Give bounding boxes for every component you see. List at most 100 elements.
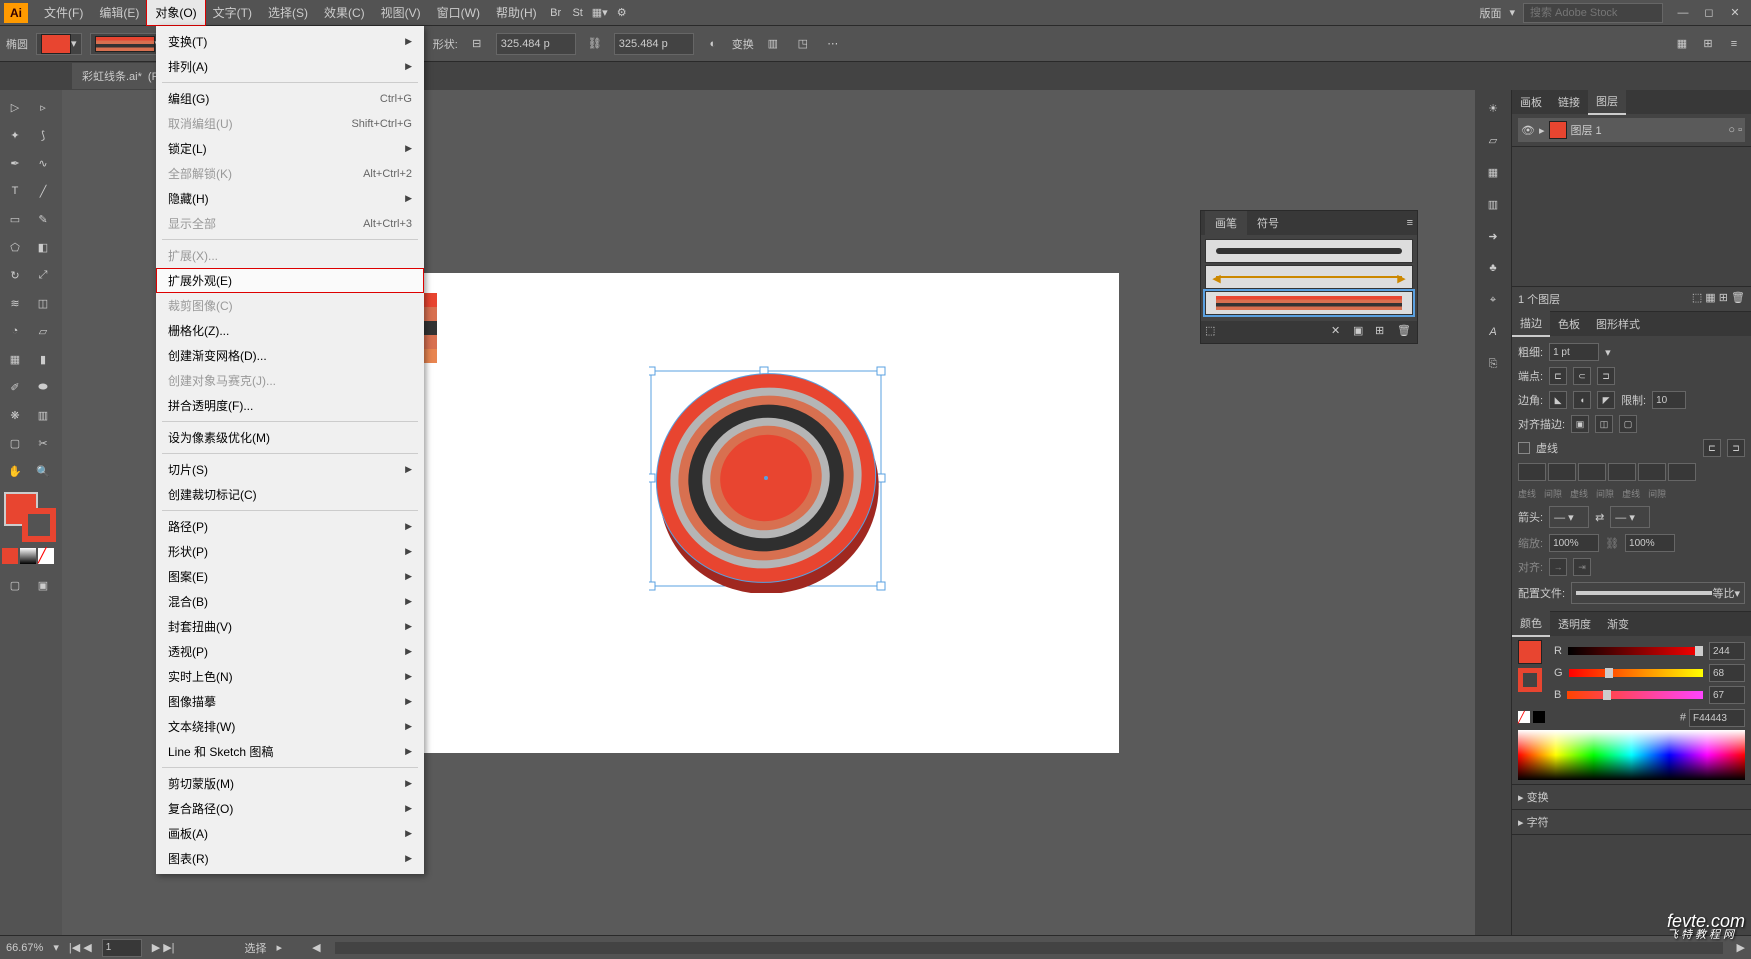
menu-item[interactable]: 图像描摹▶ bbox=[156, 689, 424, 714]
join-round[interactable]: ◖ bbox=[1573, 391, 1591, 409]
doc-setup-icon[interactable]: ▦ bbox=[1671, 33, 1693, 55]
line-tool[interactable]: ╱ bbox=[30, 178, 56, 204]
menu-file[interactable]: 文件(F) bbox=[36, 0, 91, 25]
menu-item[interactable]: 创建裁切标记(C) bbox=[156, 482, 424, 507]
search-input[interactable] bbox=[1523, 3, 1663, 23]
rotate-tool[interactable]: ↻ bbox=[2, 262, 28, 288]
menu-edit[interactable]: 编辑(E) bbox=[91, 0, 147, 25]
dash-align-1[interactable]: ⊏ bbox=[1703, 439, 1721, 457]
menu-item[interactable]: 隐藏(H)▶ bbox=[156, 186, 424, 211]
g-input[interactable] bbox=[1709, 664, 1745, 682]
color-mode-gradient[interactable] bbox=[20, 548, 36, 564]
menu-item[interactable]: 文本绕排(W)▶ bbox=[156, 714, 424, 739]
swap-arrows-icon[interactable]: ⇄ bbox=[1595, 511, 1604, 524]
slice-tool[interactable]: ✂ bbox=[30, 430, 56, 456]
transform-panel-header[interactable]: ▸ 变换 bbox=[1512, 785, 1751, 810]
menu-item[interactable]: 图案(E)▶ bbox=[156, 564, 424, 589]
dock-swatches-icon[interactable]: ▱ bbox=[1481, 128, 1505, 152]
symbol-sprayer-tool[interactable]: ❋ bbox=[2, 402, 28, 428]
hand-tool[interactable]: ✋ bbox=[2, 458, 28, 484]
align-arrow-2[interactable]: ⇥ bbox=[1573, 558, 1591, 576]
menu-item[interactable]: 拼合透明度(F)... bbox=[156, 393, 424, 418]
color-fill-swatch[interactable] bbox=[1518, 640, 1542, 664]
scrollbar-right[interactable]: ▶ bbox=[1737, 941, 1745, 954]
symbols-tab[interactable]: 符号 bbox=[1247, 211, 1289, 235]
zoom-tool[interactable]: 🔍 bbox=[30, 458, 56, 484]
chevron-right-icon[interactable]: ▸ bbox=[1539, 124, 1545, 137]
join-miter[interactable]: ◣ bbox=[1549, 391, 1567, 409]
dash-align-2[interactable]: ⊐ bbox=[1727, 439, 1745, 457]
menu-item[interactable]: 透视(P)▶ bbox=[156, 639, 424, 664]
cap-square[interactable]: ⊐ bbox=[1597, 367, 1615, 385]
gap3[interactable] bbox=[1668, 463, 1696, 481]
align-arrow-1[interactable]: → bbox=[1549, 558, 1567, 576]
target-icon[interactable]: ○ ▫ bbox=[1728, 124, 1742, 136]
g-slider[interactable] bbox=[1569, 669, 1703, 677]
link-wh-icon[interactable]: ⊟ bbox=[466, 33, 488, 55]
gpu-icon[interactable]: ⚙ bbox=[611, 3, 633, 23]
menu-item[interactable]: 封套扭曲(V)▶ bbox=[156, 614, 424, 639]
status-arrow-icon[interactable]: ▸ bbox=[277, 941, 283, 954]
brush-arrow[interactable]: ▶◀ bbox=[1205, 265, 1413, 289]
profile-dropdown[interactable]: 等比 ▾ bbox=[1571, 582, 1745, 604]
menu-text[interactable]: 文字(T) bbox=[205, 0, 260, 25]
delete-brush-icon[interactable]: 🗑 bbox=[1397, 324, 1413, 340]
menu-item[interactable]: 路径(P)▶ bbox=[156, 514, 424, 539]
perspective-tool[interactable]: ▱ bbox=[30, 318, 56, 344]
menu-item[interactable]: 画板(A)▶ bbox=[156, 821, 424, 846]
prefs-icon[interactable]: ⊞ bbox=[1697, 33, 1719, 55]
magic-wand-tool[interactable]: ✦ bbox=[2, 122, 28, 148]
width-tool[interactable]: ≋ bbox=[2, 290, 28, 316]
menu-select[interactable]: 选择(S) bbox=[260, 0, 316, 25]
scale1-input[interactable] bbox=[1549, 534, 1599, 552]
scrollbar-left[interactable]: ◀ bbox=[312, 941, 320, 954]
artboard[interactable] bbox=[419, 273, 1119, 753]
tab-swatches[interactable]: 色板 bbox=[1550, 312, 1588, 336]
menu-item[interactable]: 排列(A)▶ bbox=[156, 54, 424, 79]
menu-item[interactable]: 实时上色(N)▶ bbox=[156, 664, 424, 689]
gradient-tool[interactable]: ▮ bbox=[30, 346, 56, 372]
tab-artboards[interactable]: 画板 bbox=[1512, 90, 1550, 114]
maximize-button[interactable]: ◻ bbox=[1697, 5, 1721, 21]
panel-menu-icon[interactable]: ≡ bbox=[1723, 33, 1745, 55]
none-swatch[interactable]: ╱ bbox=[1518, 711, 1530, 723]
arrow-end[interactable]: — ▾ bbox=[1610, 506, 1650, 528]
dock-color-guide-icon[interactable]: ☀ bbox=[1481, 96, 1505, 120]
menu-item[interactable]: 复合路径(O)▶ bbox=[156, 796, 424, 821]
dock-type-icon[interactable]: A bbox=[1481, 320, 1505, 344]
panel-menu-icon[interactable]: ≡ bbox=[1407, 217, 1413, 229]
layer-name[interactable]: 图层 1 bbox=[1571, 122, 1602, 138]
menu-item[interactable]: 混合(B)▶ bbox=[156, 589, 424, 614]
scale-tool[interactable]: ⤢ bbox=[30, 262, 56, 288]
tab-stroke[interactable]: 描边 bbox=[1512, 311, 1550, 337]
menu-object[interactable]: 对象(O) bbox=[147, 0, 204, 25]
menu-item[interactable]: 图表(R)▶ bbox=[156, 846, 424, 871]
weight-input[interactable] bbox=[1549, 343, 1599, 361]
fill-dropdown[interactable]: ▾ bbox=[36, 33, 82, 55]
align-outside[interactable]: ▢ bbox=[1619, 415, 1637, 433]
direct-selection-tool[interactable]: ▹ bbox=[30, 94, 56, 120]
dash1[interactable] bbox=[1518, 463, 1546, 481]
workspace-label[interactable]: 版面 bbox=[1479, 5, 1501, 21]
options-icon[interactable]: ▣ bbox=[1353, 324, 1369, 340]
menu-item[interactable]: 锁定(L)▶ bbox=[156, 136, 424, 161]
dock-export-icon[interactable]: ⎘ bbox=[1481, 352, 1505, 376]
stock-icon[interactable]: St bbox=[567, 3, 589, 23]
rectangle-tool[interactable]: ▭ bbox=[2, 206, 28, 232]
eye-icon[interactable]: 👁 bbox=[1521, 124, 1535, 137]
brushes-tab[interactable]: 画笔 bbox=[1205, 211, 1247, 235]
library-icon[interactable]: ⬚ bbox=[1205, 324, 1221, 340]
dock-brushes-icon[interactable]: ▦ bbox=[1481, 160, 1505, 184]
zoom-level[interactable]: 66.67% bbox=[6, 942, 43, 954]
menu-item[interactable]: 编组(G)Ctrl+G bbox=[156, 86, 424, 111]
isolate-icon[interactable]: ▥ bbox=[762, 33, 784, 55]
dash2[interactable] bbox=[1578, 463, 1606, 481]
artboard-number[interactable] bbox=[102, 939, 142, 957]
menu-item[interactable]: 切片(S)▶ bbox=[156, 457, 424, 482]
brush-tool[interactable]: ✎ bbox=[30, 206, 56, 232]
menu-item[interactable]: 栅格化(Z)... bbox=[156, 318, 424, 343]
align-inside[interactable]: ◫ bbox=[1595, 415, 1613, 433]
b-input[interactable] bbox=[1709, 686, 1745, 704]
shaper-tool[interactable]: ⬠ bbox=[2, 234, 28, 260]
more-icon[interactable]: ⋯ bbox=[822, 33, 844, 55]
